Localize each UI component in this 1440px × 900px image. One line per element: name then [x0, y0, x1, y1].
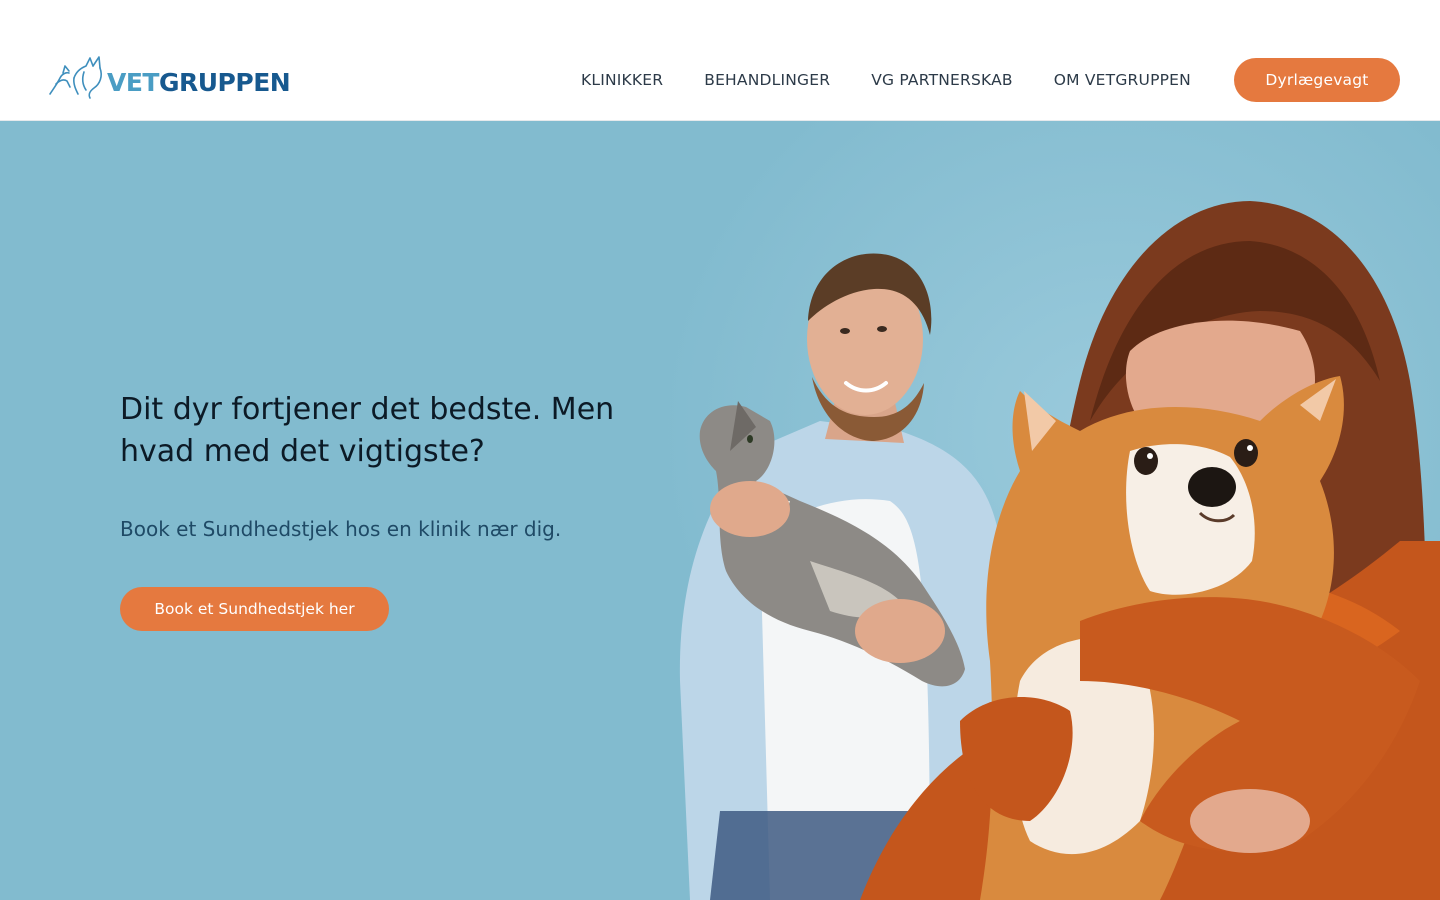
nav-item-behandlinger[interactable]: BEHANDLINGER: [704, 71, 830, 89]
nav-item-om-vetgruppen[interactable]: OM VETGRUPPEN: [1054, 71, 1191, 89]
emergency-vet-button[interactable]: Dyrlægevagt: [1234, 58, 1400, 102]
nav-item-vg-partnerskab[interactable]: VG PARTNERSKAB: [871, 71, 1013, 89]
logo-wordmark: VETGRUPPEN: [107, 68, 291, 97]
logo-wordmark-vet: VET: [107, 68, 159, 97]
nav-item-klinikker[interactable]: KLINIKKER: [581, 71, 663, 89]
site-header: VETGRUPPEN KLINIKKER BEHANDLINGER VG PAR…: [0, 0, 1440, 121]
animals-outline-logo-icon: [48, 54, 106, 100]
book-health-check-button[interactable]: Book et Sundhedstjek her: [120, 587, 389, 631]
hero-title: Dit dyr fortjener det bedste. Men hvad m…: [120, 392, 615, 469]
main-nav: KLINIKKER BEHANDLINGER VG PARTNERSKAB OM…: [560, 58, 1191, 102]
hero-subtitle: Book et Sundhedstjek hos en klinik nær d…: [120, 517, 562, 541]
man-with-cat-and-woman-hugging-corgi-photo: [679, 201, 1440, 900]
vetgruppen-logo[interactable]: VETGRUPPEN: [48, 54, 291, 100]
logo-wordmark-gruppen: GRUPPEN: [158, 68, 291, 97]
hero-section: Dit dyr fortjener det bedste. Men hvad m…: [0, 121, 1440, 900]
